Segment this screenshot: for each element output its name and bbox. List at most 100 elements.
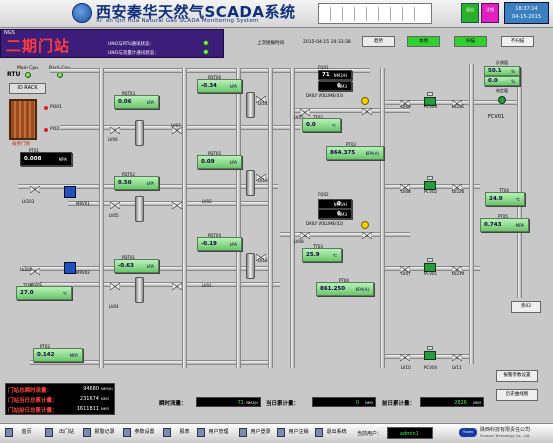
- trend-button[interactable]: 趋势: [362, 36, 395, 47]
- nav-exit-button[interactable]: 退出系统: [312, 426, 353, 441]
- tt01-readout: 27.0 ℃: [16, 286, 72, 300]
- actuator-icon[interactable]: [361, 97, 369, 105]
- alarm-cell: [321, 7, 331, 21]
- valve-icon[interactable]: [452, 354, 462, 361]
- pt03-value: 864.375: [330, 150, 356, 156]
- alarm-cell: [357, 7, 367, 21]
- setpoint-unit: %: [511, 78, 515, 84]
- station-name: 二期门站: [6, 37, 71, 55]
- pcv03-label: PCV03: [424, 104, 438, 109]
- station-icon: [45, 428, 53, 437]
- logout-button[interactable]: 注销: [481, 3, 499, 23]
- pt05-readout: 0.743 MPA: [480, 218, 529, 232]
- setpoint-label: 给定值: [496, 88, 508, 93]
- pdt05-value: 0.09: [201, 159, 215, 165]
- pt04-unit: KPA(A): [355, 287, 369, 292]
- valve-icon[interactable]: [172, 283, 182, 290]
- yesterday-total-label: 门站前日总累计量：: [8, 408, 58, 414]
- instant-flow-label: 瞬时流量：: [159, 401, 187, 407]
- mrv02-valve-icon[interactable]: [64, 262, 76, 274]
- mrv01-valve-icon[interactable]: [64, 186, 76, 198]
- pdt01-readout: -0.63 kPA: [114, 259, 159, 273]
- pdt05-unit: kPA: [229, 160, 237, 165]
- pcv04-valve-icon[interactable]: [424, 351, 436, 360]
- alarm-param-settings-button[interactable]: 报警参数设置: [496, 370, 538, 382]
- nav-outstation-button[interactable]: 出门站: [42, 426, 83, 441]
- pt04-value: 861.250: [320, 286, 346, 292]
- pdt02-unit: kPA: [146, 181, 154, 186]
- tt03-unit: ℃: [332, 253, 338, 258]
- tt04-value: 24.9: [489, 196, 503, 202]
- pdt03-value: 0.06: [118, 99, 132, 105]
- today-flow-label: 当日累计量：: [266, 401, 300, 407]
- nav-login-button[interactable]: 用户登录: [236, 426, 277, 441]
- uno-rtu-status-led: [203, 40, 209, 46]
- nav-user-mgmt-button[interactable]: 用户管理: [194, 426, 235, 441]
- fcv-actuator-icon[interactable]: [498, 96, 506, 104]
- tt04-readout: 24.9 ℃: [485, 192, 525, 206]
- uno-meter-status-label: UNO与流量计通讯状态：: [108, 51, 159, 56]
- nav-alarm-button[interactable]: 报警记录: [80, 426, 121, 441]
- bypass-control-button[interactable]: 旁02: [511, 301, 541, 313]
- alarm-cell: [393, 7, 403, 21]
- nav-logout-button[interactable]: 用户注销: [274, 426, 315, 441]
- scan-button[interactable]: 扫描: [454, 36, 487, 47]
- pcv-actuator-icon: [427, 92, 433, 96]
- uno-rtu-status-label: UNO与RTU通讯状态：: [108, 42, 155, 47]
- alarm-cell: [333, 7, 343, 21]
- pdt02-value: 0.50: [118, 180, 132, 186]
- company-logo-icon: [72, 3, 92, 23]
- setpoint-readout[interactable]: 0.0%: [484, 76, 520, 86]
- pdt04-value: -0.19: [201, 241, 217, 247]
- valve-icon[interactable]: [30, 186, 40, 193]
- fq01-total-readout: 0 NM3: [318, 81, 352, 91]
- fq02-flow-readout: 0 NM3/H: [318, 199, 352, 209]
- last-update-label: 上次接报时间: [257, 41, 284, 46]
- actuator-icon[interactable]: [361, 221, 369, 229]
- valve-icon[interactable]: [362, 108, 372, 115]
- valve-icon[interactable]: [110, 127, 120, 134]
- nav-params-button[interactable]: 参数设置: [120, 426, 161, 441]
- io-status-dot: [44, 128, 48, 132]
- pt05-value: 0.743: [484, 222, 502, 228]
- main-cpu-led: [25, 72, 31, 78]
- pcv-actuator-icon: [427, 176, 433, 180]
- nav-home-button[interactable]: 首页: [2, 426, 43, 441]
- today-total-label: 门站当日总累计量：: [8, 398, 58, 404]
- pdt05-readout: 0.09 kPA: [197, 155, 242, 169]
- company-name-en: Shaanxi Technology Co., Ltd.: [480, 434, 531, 438]
- pipe: [182, 68, 187, 368]
- exit-button[interactable]: 退出: [461, 3, 479, 23]
- clock: 18:37:14 04-15-2015: [504, 2, 549, 24]
- current-user-label: 当前用户：: [357, 431, 383, 437]
- valve-icon[interactable]: [110, 283, 120, 290]
- local-button[interactable]: 本地: [407, 36, 440, 47]
- no-scan-button[interactable]: 不扫描: [501, 36, 534, 47]
- history-curve-button[interactable]: 历史曲线图: [496, 389, 538, 401]
- io-rack-button[interactable]: IO RACK: [9, 83, 46, 94]
- valve-icon[interactable]: [400, 354, 410, 361]
- pdt06-readout: -0.34 kPA: [197, 79, 242, 93]
- vendor-logo: Yunex: [459, 428, 477, 437]
- pcv02-label: PCV02: [424, 189, 438, 194]
- instant-total-value: 94680: [83, 386, 99, 392]
- pt03-unit: KPA(A): [365, 151, 379, 156]
- instant-total-unit: NM3/H: [101, 387, 113, 391]
- prev-flow-readout: 2626 NM3: [420, 397, 484, 407]
- pdt01-value: -0.63: [118, 263, 134, 269]
- today-flow-value: 0: [355, 400, 359, 406]
- pcv-actuator-icon: [427, 258, 433, 262]
- yesterday-total-unit: NM3: [101, 407, 109, 411]
- valve-icon[interactable]: [300, 232, 310, 239]
- valve-icon[interactable]: [110, 202, 120, 209]
- instant-flow-readout: 71 NM3/H: [196, 397, 261, 407]
- tt02-value: 0.0: [306, 122, 316, 128]
- lv202-label: LV202: [20, 267, 33, 272]
- filter-separator-icon: [246, 170, 255, 196]
- valve-icon[interactable]: [362, 232, 372, 239]
- nav-home-label: 首页: [21, 429, 32, 435]
- tt03-readout: 25.9 ℃: [302, 248, 342, 262]
- fq01-total-unit: NM3: [338, 84, 347, 89]
- valve-icon[interactable]: [172, 127, 182, 134]
- valve-icon[interactable]: [172, 202, 182, 209]
